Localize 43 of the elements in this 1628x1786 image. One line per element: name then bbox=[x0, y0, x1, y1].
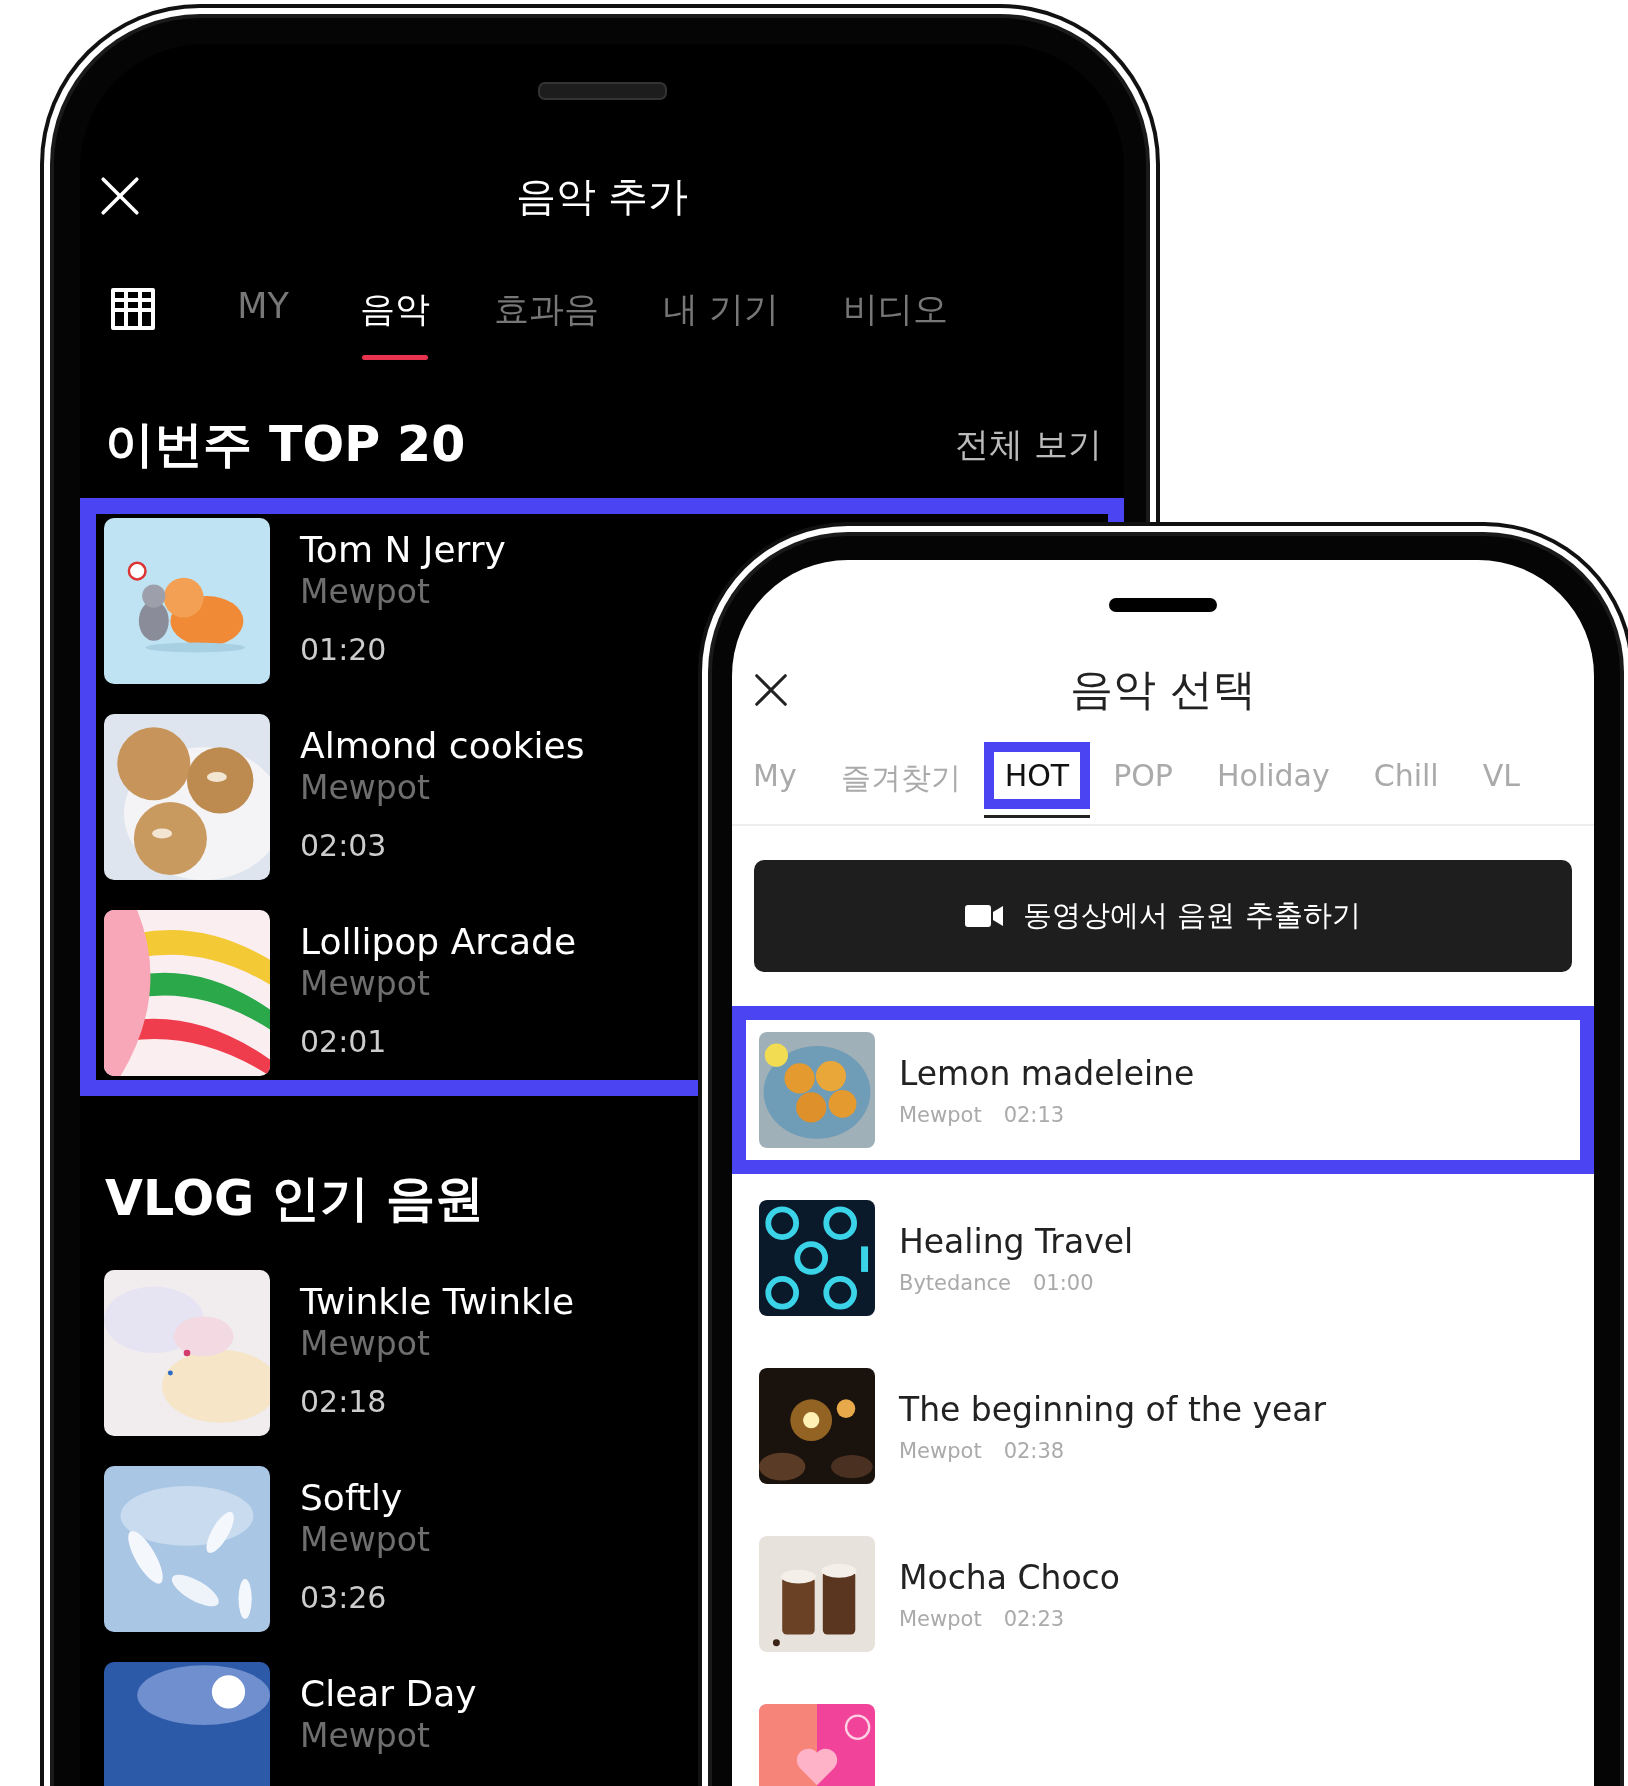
track-title: Lemon madeleine bbox=[899, 1053, 1195, 1093]
video-camera-icon bbox=[965, 903, 1006, 929]
track-title: Twinkle Twinkle bbox=[300, 1280, 575, 1324]
tab[interactable]: 내 기기 bbox=[663, 286, 780, 360]
track-title: Clear Day bbox=[300, 1672, 477, 1716]
track-duration: 01:20 bbox=[300, 631, 388, 669]
track-artist: Mewpot bbox=[899, 1102, 982, 1127]
tab[interactable]: 음악 bbox=[360, 286, 430, 360]
track-artist: Mewpot bbox=[300, 1520, 430, 1560]
tab[interactable]: MY bbox=[230, 286, 296, 353]
track-duration: 03:26 bbox=[300, 1579, 388, 1617]
track-duration: 02:13 bbox=[1003, 1102, 1065, 1127]
track-duration: 02:18 bbox=[300, 1383, 388, 1421]
track-duration: 02:23 bbox=[1003, 1606, 1065, 1631]
track-artist: Mewpot bbox=[300, 768, 431, 808]
tab[interactable]: 효과음 bbox=[494, 286, 599, 360]
track-title: Tom N Jerry bbox=[300, 528, 506, 572]
tab[interactable]: 비디오 bbox=[843, 286, 949, 360]
track-title: Lollipop Arcade bbox=[300, 920, 577, 964]
track-title: Mocha Choco bbox=[899, 1557, 1120, 1597]
extract-audio-button[interactable]: 동영상에서 음원 추출하기 bbox=[754, 860, 1572, 972]
track-artist: Mewpot bbox=[899, 1438, 982, 1463]
track-duration: 01:00 bbox=[1032, 1270, 1094, 1295]
track-duration: 02:01 bbox=[300, 1023, 388, 1061]
store-icon bbox=[109, 286, 157, 332]
close-icon[interactable] bbox=[754, 673, 788, 707]
track-artist: Mewpot bbox=[300, 964, 431, 1004]
track-title: Softly bbox=[300, 1476, 404, 1520]
track-artist: Mewpot bbox=[300, 572, 431, 612]
section-title: VLOG 인기 음원 bbox=[105, 1169, 485, 1229]
see-all-link[interactable]: 전체 보기 bbox=[955, 422, 1102, 468]
track-duration: 02:03 bbox=[300, 827, 388, 865]
track-artist: Mewpot bbox=[300, 1716, 431, 1756]
track-artist: Mewpot bbox=[899, 1606, 982, 1631]
track-title: Almond cookies bbox=[300, 724, 585, 768]
track-artist: Bytedance bbox=[899, 1270, 1011, 1295]
track-title: Healing Travel bbox=[899, 1221, 1134, 1261]
track-title: The beginning of the year bbox=[899, 1389, 1327, 1429]
screen-title: 음악 선택 bbox=[1070, 663, 1256, 716]
track-duration: 02:38 bbox=[1003, 1438, 1065, 1463]
section-title: 이번주 TOP 20 bbox=[105, 415, 466, 475]
track-artist: Mewpot bbox=[300, 1324, 431, 1364]
screen-title: 음악 추가 bbox=[515, 171, 689, 221]
